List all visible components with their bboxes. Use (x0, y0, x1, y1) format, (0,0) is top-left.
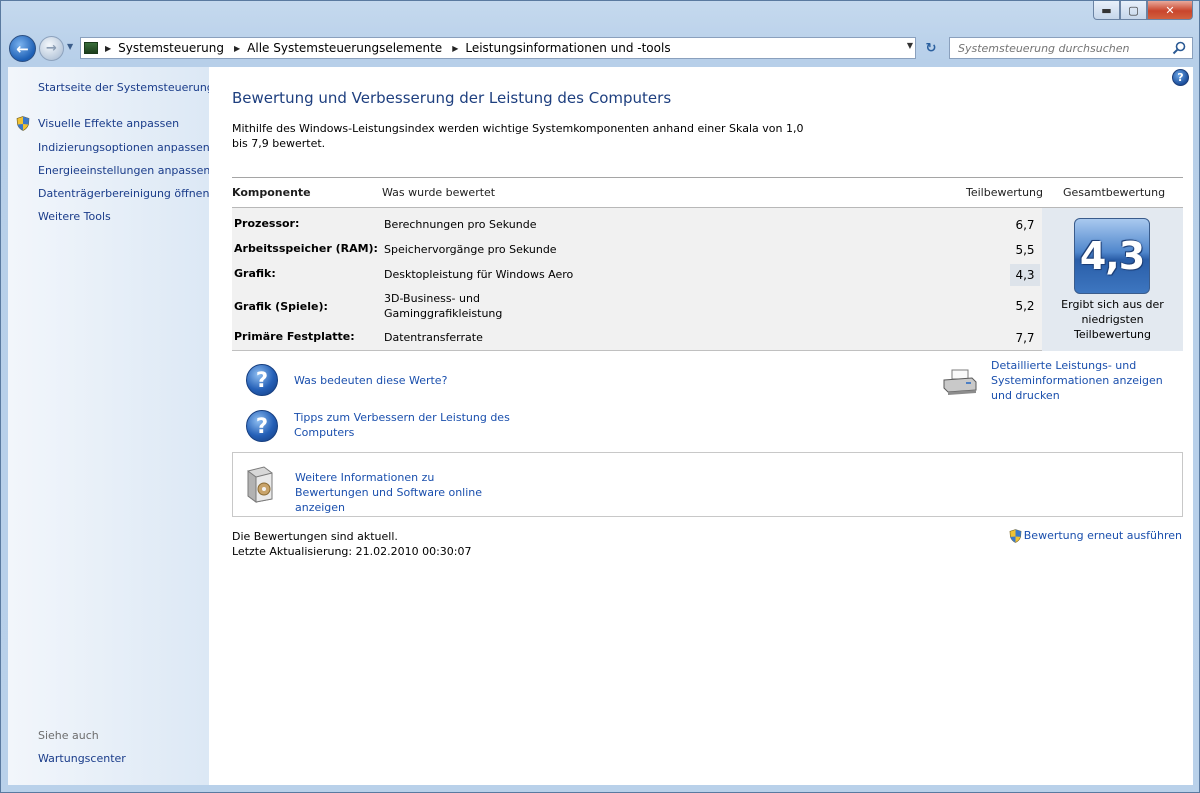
ratings-table: Komponente Was wurde bewertet Teilbewert… (232, 177, 1183, 351)
online-info-box: Weitere Informationen zu Bewertungen und… (232, 452, 1183, 517)
close-button[interactable]: ✕ (1147, 1, 1193, 20)
row-score: 7,7 (1015, 331, 1035, 345)
title-bar: ▬ ▢ ✕ (1, 1, 1199, 31)
link-detailed-info-print[interactable]: Detaillierte Leistungs- und Systeminform… (991, 358, 1186, 403)
search-input[interactable] (950, 41, 1160, 55)
address-bar[interactable]: ▶ Systemsteuerung ▶ Alle Systemsteuerung… (80, 37, 916, 59)
header-subscore: Teilbewertung (966, 186, 1044, 199)
breadcrumb-chevron-icon[interactable]: ▶ (452, 44, 458, 53)
sidebar-link-action-center[interactable]: Wartungscenter (38, 752, 126, 765)
row-what: Datentransferrate (384, 331, 483, 344)
search-box[interactable] (949, 37, 1193, 59)
navigation-bar: ← → ▼ ▶ Systemsteuerung ▶ Alle Systemste… (1, 31, 1199, 65)
table-row: Primäre Festplatte: Datentransferrate 7,… (232, 325, 1042, 350)
task-pane: Startseite der Systemsteuerung Visuelle … (8, 67, 214, 785)
row-component: Primäre Festplatte: (234, 330, 355, 343)
window-controls: ▬ ▢ ✕ (1093, 1, 1193, 21)
forward-button[interactable]: → (39, 36, 64, 61)
table-row: Arbeitsspeicher (RAM): Speichervorgänge … (232, 237, 1042, 262)
software-box-icon (247, 466, 273, 503)
rating-status: Die Bewertungen sind aktuell. Letzte Akt… (232, 529, 472, 559)
uac-shield-icon (16, 116, 30, 131)
link-online-info[interactable]: Weitere Informationen zu Bewertungen und… (295, 470, 510, 515)
table-row: Grafik: Desktopleistung für Windows Aero… (232, 262, 1042, 287)
sidebar-link-home[interactable]: Startseite der Systemsteuerung (38, 81, 214, 94)
ratings-header: Komponente Was wurde bewertet Teilbewert… (232, 177, 1183, 208)
base-score-caption: Ergibt sich aus der niedrigsten Teilbewe… (1061, 298, 1164, 341)
link-what-values-mean[interactable]: Was bedeuten diese Werte? (294, 373, 447, 388)
breadcrumb-chevron-icon[interactable]: ▶ (234, 44, 240, 53)
breadcrumb-item-leistungsinformationen[interactable]: Leistungsinformationen und -tools (465, 41, 670, 55)
uac-shield-icon (1009, 528, 1022, 543)
row-component: Prozessor: (234, 217, 300, 230)
sidebar-link-visual-effects[interactable]: Visuelle Effekte anpassen (38, 117, 179, 130)
intro-text: Mithilfe des Windows-Leistungsindex werd… (232, 122, 804, 150)
row-what: Desktopleistung für Windows Aero (384, 268, 574, 281)
address-dropdown-icon[interactable]: ▼ (907, 41, 913, 50)
base-score-badge: 4,3 (1074, 218, 1150, 294)
control-panel-icon (84, 42, 98, 54)
sidebar-link-indexing[interactable]: Indizierungsoptionen anpassen (38, 141, 210, 154)
sidebar-link-disk-cleanup[interactable]: Datenträgerbereinigung öffnen (38, 187, 209, 200)
ratings-body: Prozessor: Berechnungen pro Sekunde 6,7 … (232, 208, 1183, 351)
breadcrumb: ▶ Systemsteuerung ▶ Alle Systemsteuerung… (102, 41, 671, 55)
printer-icon (943, 369, 977, 395)
row-what: Speichervorgänge pro Sekunde (384, 243, 557, 256)
search-icon[interactable] (1172, 41, 1186, 55)
header-what: Was wurde bewertet (382, 186, 496, 199)
row-component: Arbeitsspeicher (RAM): (234, 242, 378, 255)
header-component: Komponente (232, 186, 311, 199)
breadcrumb-item-systemsteuerung[interactable]: Systemsteuerung (118, 41, 224, 55)
refresh-icon[interactable]: ↻ (919, 37, 943, 59)
row-what: Berechnungen pro Sekunde (384, 218, 537, 231)
row-score: 6,7 (1015, 218, 1035, 232)
sidebar-link-more-tools[interactable]: Weitere Tools (38, 210, 111, 223)
rerun-assessment[interactable]: Bewertung erneut ausführen (1009, 528, 1182, 543)
page-title: Bewertung und Verbesserung der Leistung … (232, 89, 672, 107)
see-also-heading: Siehe auch (38, 729, 99, 742)
row-score-lowest: 4,3 (1010, 264, 1040, 286)
recent-pages-chevron-icon[interactable]: ▼ (67, 42, 77, 54)
question-icon: ? (246, 410, 278, 442)
table-row: Prozessor: Berechnungen pro Sekunde 6,7 (232, 212, 1042, 237)
row-score: 5,2 (1015, 299, 1035, 313)
breadcrumb-chevron-icon[interactable]: ▶ (105, 44, 111, 53)
link-performance-tips[interactable]: Tipps zum Verbessern der Leistung des Co… (294, 410, 514, 440)
row-component: Grafik (Spiele): (234, 300, 328, 313)
row-score: 5,5 (1015, 243, 1035, 257)
back-button[interactable]: ← (9, 35, 36, 62)
breadcrumb-item-alle-elemente[interactable]: Alle Systemsteuerungselemente (247, 41, 442, 55)
row-component: Grafik: (234, 267, 276, 280)
rerun-assessment-link[interactable]: Bewertung erneut ausführen (1024, 528, 1182, 543)
question-icon: ? (246, 364, 278, 396)
status-last-update: Letzte Aktualisierung: 21.02.2010 00:30:… (232, 545, 472, 558)
maximize-button[interactable]: ▢ (1120, 1, 1147, 20)
control-panel-window: ▬ ▢ ✕ ← → ▼ ▶ Systemsteuerung ▶ Alle Sys… (0, 0, 1200, 793)
sidebar-link-power[interactable]: Energieeinstellungen anpassen (38, 164, 210, 177)
header-base-score: Gesamtbewertung (1063, 186, 1166, 199)
help-icon[interactable]: ? (1172, 69, 1189, 86)
main-content: ? Bewertung und Verbesserung der Leistun… (209, 67, 1193, 785)
base-score-column: 4,3 Ergibt sich aus der niedrigsten Teil… (1042, 208, 1183, 351)
table-row: Grafik (Spiele): 3D-Business- und Gaming… (232, 287, 1042, 323)
base-score-value: 4,3 (1079, 234, 1145, 278)
status-current: Die Bewertungen sind aktuell. (232, 530, 398, 543)
minimize-button[interactable]: ▬ (1093, 1, 1120, 20)
row-what: 3D-Business- und Gaminggrafikleistung (384, 292, 503, 320)
